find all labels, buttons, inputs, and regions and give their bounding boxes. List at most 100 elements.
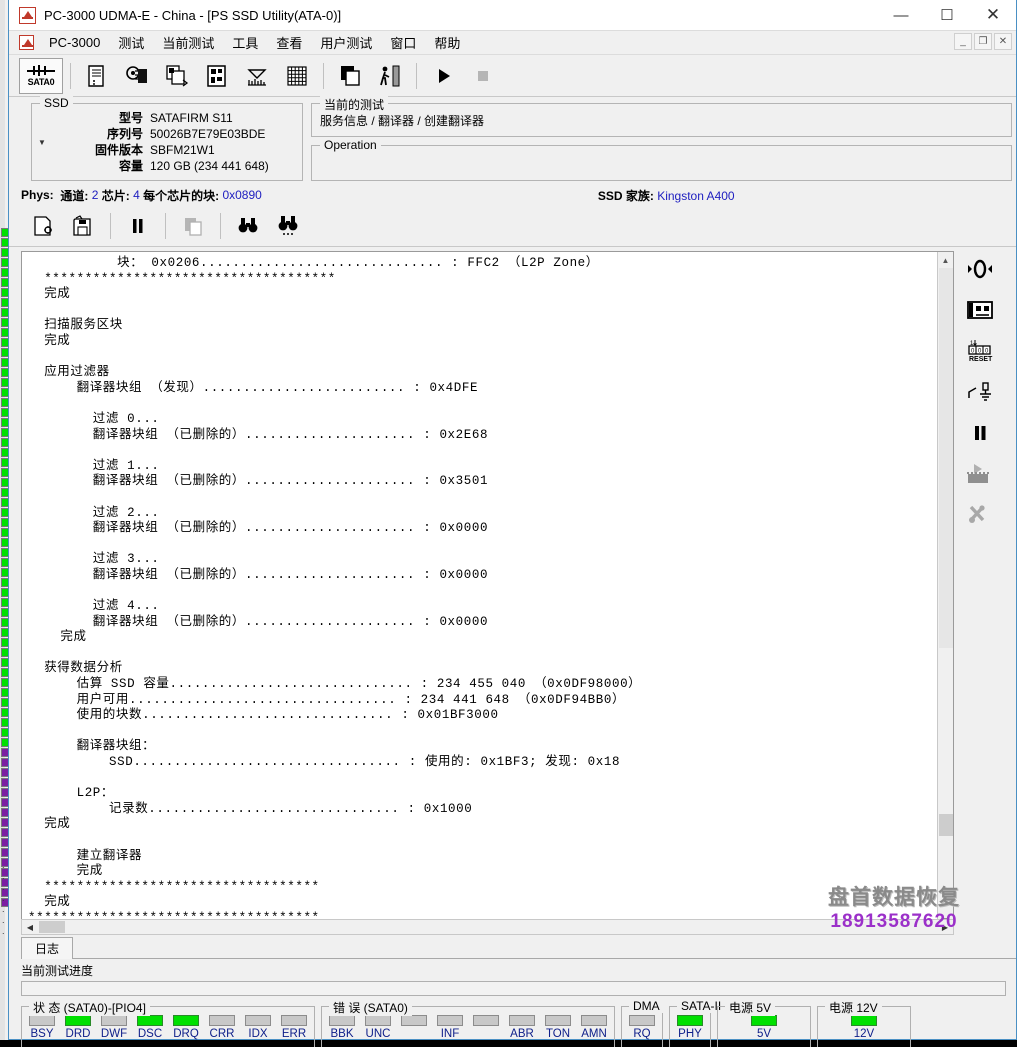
run-walk-button[interactable] (371, 58, 409, 94)
ssd-field-firmware-label: 固件版本 (32, 142, 150, 158)
log-horizontal-scrollbar[interactable]: ◀ ▶ (21, 919, 954, 935)
led-dwf (101, 1015, 127, 1026)
led-label-12v: 12V (849, 1028, 879, 1040)
menu-bar: PC-3000 测试 当前测试 工具 查看 用户测试 窗口 帮助 _ ❐ ✕ (9, 31, 1016, 55)
scroll-left-icon[interactable]: ◀ (22, 920, 38, 934)
phys-blocks-value: 0x0890 (222, 188, 261, 202)
led-cell-inf: INF (435, 1015, 465, 1040)
menu-item-user-test[interactable]: 用户测试 (311, 31, 381, 54)
tab-strip: 日志 (9, 935, 1016, 959)
log-box[interactable]: 块： 0x0206.............................. … (21, 251, 954, 929)
port-sata0-button[interactable]: SATA0 (19, 58, 63, 94)
menu-item-tools[interactable]: 工具 (223, 31, 267, 54)
toolbar2-separator-3 (220, 213, 221, 239)
led-label-rq: RQ (627, 1028, 657, 1040)
led-12v (851, 1015, 877, 1026)
mdi-close-button[interactable]: ✕ (994, 33, 1012, 50)
chip-map-button[interactable] (198, 58, 236, 94)
scroll-up-icon[interactable]: ▲ (938, 252, 953, 268)
led-cell-blank1 (399, 1015, 429, 1040)
phys-label: Phys: (21, 188, 54, 202)
led-label-abr: ABR (507, 1028, 537, 1040)
phys-chips-label: 芯片: (102, 187, 130, 204)
mdi-window-controls: _ ❐ ✕ (954, 33, 1012, 50)
save-file-button[interactable] (65, 209, 101, 243)
main-window: PC-3000 UDMA-E - China - [PS SSD Utility… (8, 0, 1017, 1040)
menu-item-brand[interactable]: PC-3000 (40, 33, 109, 52)
mdi-minimize-button[interactable]: _ (954, 33, 972, 50)
menu-item-window[interactable]: 窗口 (381, 31, 425, 54)
copy-button[interactable] (175, 209, 211, 243)
phys-channels-label: 通道: (60, 187, 88, 204)
chip-card-button[interactable] (963, 296, 997, 324)
pause-button[interactable] (120, 209, 156, 243)
binoculars-more-icon (276, 214, 300, 238)
minimize-button[interactable]: — (878, 0, 924, 31)
pause-icon (128, 215, 148, 237)
maximize-button[interactable]: ☐ (924, 0, 970, 31)
stop-button[interactable] (464, 58, 502, 94)
toolbar2-separator-2 (165, 213, 166, 239)
grid-table-button[interactable] (278, 58, 316, 94)
waveform-button[interactable] (238, 58, 276, 94)
log-text: 块： 0x0206.............................. … (28, 256, 935, 929)
chip-map-icon (204, 63, 230, 89)
led-abr (509, 1015, 535, 1026)
led-unc (365, 1015, 391, 1026)
led-cell-amn: AMN (579, 1015, 609, 1040)
led-drq (173, 1015, 199, 1026)
tools-button[interactable] (963, 501, 997, 529)
scroll-thumb[interactable] (939, 268, 953, 648)
led-label-drq: DRQ (171, 1028, 201, 1040)
sata-port-icon: SATA0 (27, 65, 55, 87)
tab-log[interactable]: 日志 (21, 937, 73, 959)
log-area: 块： 0x0206.............................. … (9, 247, 954, 935)
reset-counter-button[interactable]: 1 0 0 0 RESET (963, 337, 997, 365)
copy-pages-icon (164, 63, 190, 89)
status-row: 状 态 (SATA0)-[PIO4] BSY DRD DWF DSC (9, 996, 1016, 1047)
menu-item-current-test[interactable]: 当前测试 (153, 31, 223, 54)
current-test-column: 当前的测试 服务信息 / 翻译器 / 创建翻译器 Operation (311, 103, 1012, 181)
led-label-err: ERR (279, 1028, 309, 1040)
ground-probe-button[interactable] (963, 378, 997, 406)
load-file-button[interactable] (25, 209, 61, 243)
rail-pause-button[interactable] (963, 419, 997, 447)
mdi-restore-button[interactable]: ❐ (974, 33, 992, 50)
scroll-thumb-lower[interactable] (939, 814, 953, 836)
led-cell-drq: DRQ (171, 1015, 201, 1040)
secondary-toolbar (9, 205, 1016, 247)
duplicate-button[interactable] (331, 58, 369, 94)
sata-port-label: SATA0 (28, 78, 55, 87)
led-crr (209, 1015, 235, 1026)
led-label-idx: IDX (243, 1028, 273, 1040)
menu-item-test[interactable]: 测试 (109, 31, 153, 54)
find-button[interactable] (230, 209, 266, 243)
start-button[interactable] (424, 58, 462, 94)
ssd-expand-icon[interactable]: ▼ (36, 136, 48, 148)
led-label-dsc: DSC (135, 1028, 165, 1040)
run-chip-icon (965, 461, 995, 487)
toolbar-separator-3 (416, 63, 417, 89)
ssd-family: SSD 家族: Kingston A400 (598, 187, 735, 204)
copy-icon (181, 214, 205, 238)
led-dsc (137, 1015, 163, 1026)
copy-pages-button[interactable] (158, 58, 196, 94)
menu-item-view[interactable]: 查看 (267, 31, 311, 54)
led-cell-ton: TON (543, 1015, 573, 1040)
right-rail-toolbar: 1 0 0 0 RESET (954, 247, 1006, 935)
connector-button[interactable] (963, 255, 997, 283)
run-chip-button[interactable] (963, 460, 997, 488)
firmware-chip-button[interactable] (118, 58, 156, 94)
firmware-chip-icon (124, 63, 150, 89)
log-vertical-scrollbar[interactable]: ▲ ▼ (937, 252, 953, 928)
find-more-button[interactable] (270, 209, 306, 243)
drive-info-button[interactable] (78, 58, 116, 94)
led-label-amn: AMN (579, 1028, 609, 1040)
main-toolbar: SATA0 (9, 55, 1016, 97)
close-button[interactable]: ✕ (970, 0, 1016, 31)
load-file-icon (31, 214, 55, 238)
led-blank1 (401, 1015, 427, 1026)
led-err (281, 1015, 307, 1026)
hscroll-thumb[interactable] (39, 921, 65, 933)
menu-item-help[interactable]: 帮助 (425, 31, 469, 54)
